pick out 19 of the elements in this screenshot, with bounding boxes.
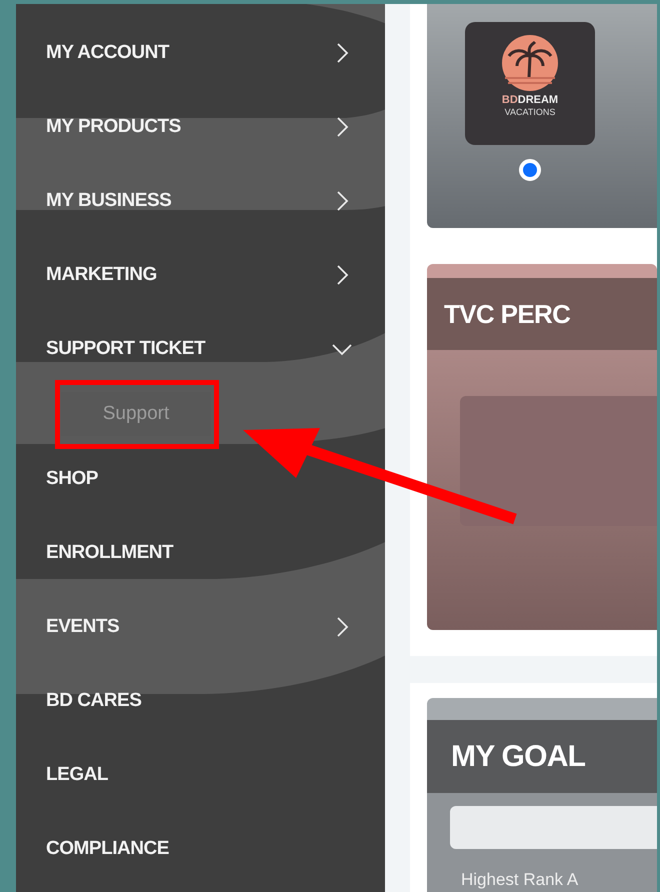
menu-item[interactable]: MY BUSINESS <box>46 186 172 216</box>
menu-item[interactable]: LEGAL <box>46 760 108 790</box>
menu-item[interactable]: BD CARES <box>46 686 142 716</box>
card-header: TVC PERC <box>427 278 657 350</box>
palm-sunset-icon <box>499 34 561 92</box>
menu-item[interactable]: MY ACCOUNT <box>46 38 169 68</box>
menu-item[interactable]: MARKETING <box>46 260 157 290</box>
radio-button[interactable] <box>519 159 541 181</box>
menu-item[interactable]: ENROLLMENT <box>46 538 174 568</box>
card-header: MY GOAL <box>427 720 657 793</box>
logo-tagline: VACATIONS <box>504 108 556 117</box>
menu-item[interactable]: SUPPORT TICKET <box>46 334 206 364</box>
logo-wordmark: BDDREAM <box>502 95 558 106</box>
menu-item[interactable]: SHOP <box>46 464 98 494</box>
goal-caption: Highest Rank A <box>461 869 580 891</box>
menu-item[interactable]: COMPLIANCE <box>46 834 169 864</box>
menu-item[interactable]: EVENTS <box>46 612 120 642</box>
menu-item[interactable]: MY PRODUCTS <box>46 112 181 142</box>
input-field[interactable] <box>450 806 657 849</box>
